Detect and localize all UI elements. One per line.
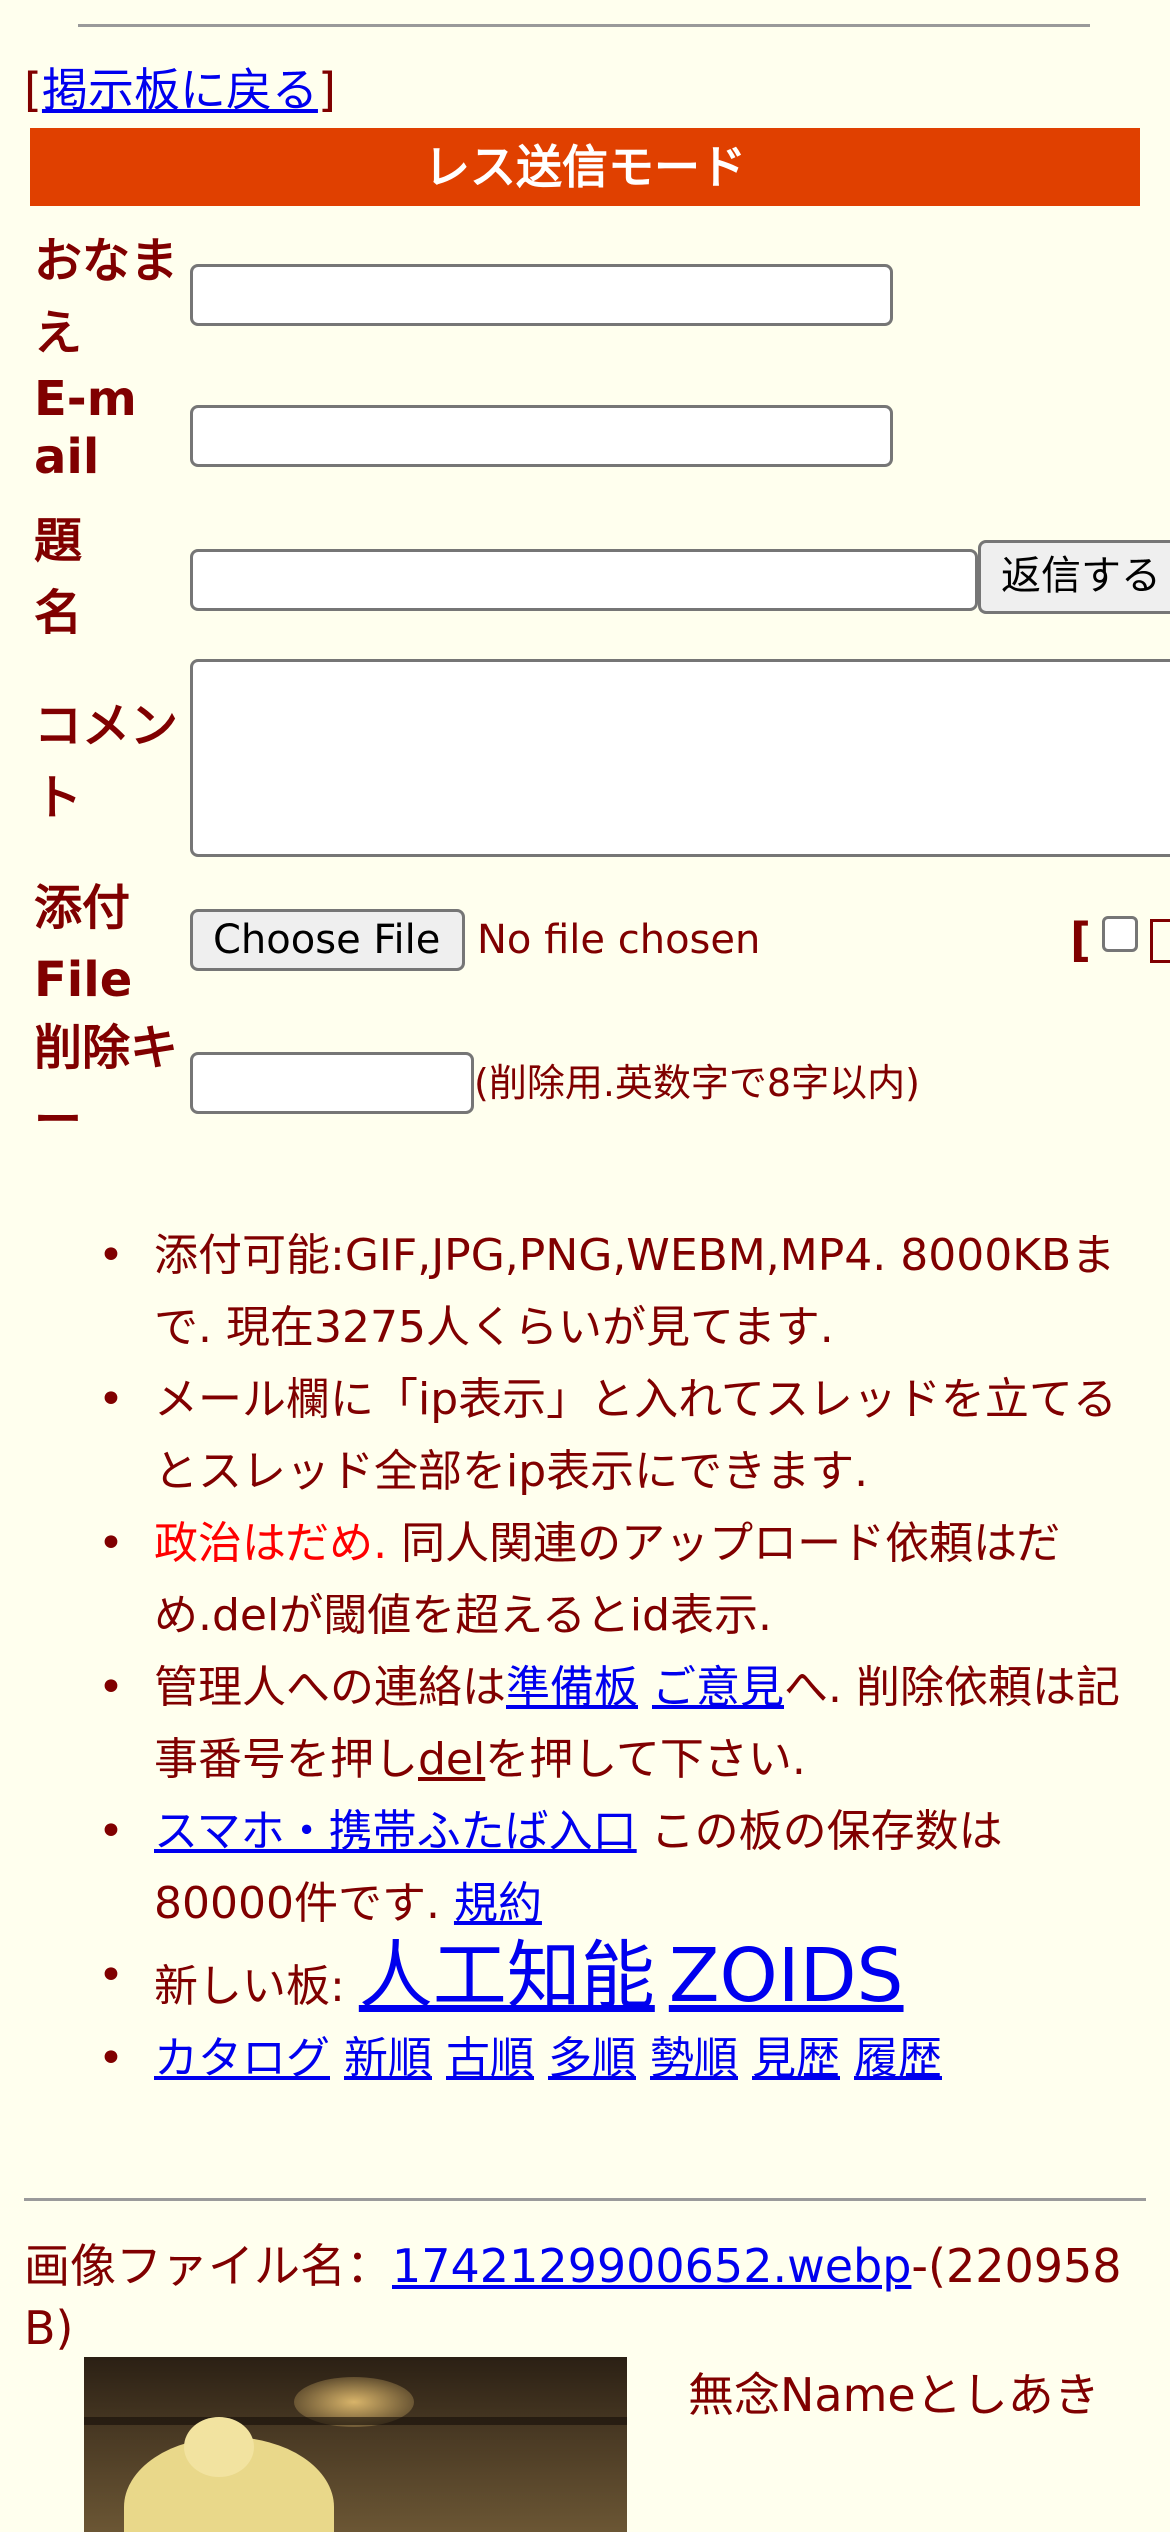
- reply-mode-header: レス送信モード: [30, 128, 1140, 206]
- back-nav: [掲示板に戻る]: [24, 63, 336, 117]
- back-to-board-link[interactable]: 掲示板に戻る: [42, 63, 318, 117]
- email-label: E-mail: [34, 371, 137, 485]
- del-link[interactable]: del: [418, 1734, 485, 1785]
- rule-contact: 管理人への連絡は準備板 ご意見へ. 削除依頼は記事番号を押しdelを押して下さい…: [0, 1652, 1170, 1796]
- name-label: おなまえ: [34, 233, 179, 361]
- option-bracket: [: [1070, 913, 1092, 967]
- rule-ip-display: メール欄に「ip表示」と入れてスレッドを立てるとスレッド全部をip表示にできます…: [0, 1364, 1170, 1508]
- image-file-link[interactable]: 1742129900652.webp: [392, 2239, 911, 2293]
- sort-nav-item: カタログ 新順 古順 多順 勢順 見歴 履歴: [0, 2023, 1170, 2095]
- file-label: 添付File: [34, 880, 133, 1008]
- rule-attachments: 添付可能:GIF,JPG,PNG,WEBM,MP4. 8000KBまで. 現在3…: [0, 1220, 1170, 1364]
- prep-board-link[interactable]: 準備板: [506, 1662, 638, 1713]
- sort-most-link[interactable]: 多順: [548, 2033, 636, 2084]
- subject-label: 題名: [34, 513, 83, 641]
- catalog-link[interactable]: カタログ: [154, 2033, 330, 2084]
- option-checkbox[interactable]: [1102, 916, 1138, 952]
- no-file-chosen-text: No file chosen: [477, 917, 761, 963]
- rule-mobile-storage: スマホ・携帯ふたば入口 この板の保存数は80000件です. 規約: [0, 1796, 1170, 1940]
- viewed-history-link[interactable]: 見歴: [752, 2033, 840, 2084]
- delete-key-input[interactable]: [190, 1052, 474, 1114]
- ai-board-link[interactable]: 人工知能: [359, 1933, 655, 2019]
- terms-link[interactable]: 規約: [454, 1878, 542, 1929]
- reply-submit-button[interactable]: 返信する: [978, 540, 1170, 614]
- board-rules-list: 添付可能:GIF,JPG,PNG,WEBM,MP4. 8000KBまで. 現在3…: [0, 1220, 1170, 2095]
- zoids-board-link[interactable]: ZOIDS: [669, 1933, 904, 2019]
- name-input[interactable]: [190, 264, 893, 326]
- delete-key-label: 削除キー: [34, 1020, 179, 1148]
- email-input[interactable]: [190, 405, 893, 467]
- feedback-link[interactable]: ご意見: [652, 1662, 784, 1713]
- delete-key-hint: (削除用.英数字で8字以内): [474, 1061, 920, 1105]
- politics-warning: 政治はだめ.: [154, 1518, 388, 1569]
- file-info: 画像ファイル名：1742129900652.webp-(220958 B): [24, 2239, 1122, 2355]
- thread-divider: [24, 2198, 1146, 2201]
- comment-textarea[interactable]: [190, 659, 1170, 857]
- option-text-clipped: [1150, 905, 1170, 975]
- post-thumbnail-image[interactable]: [84, 2357, 627, 2532]
- rule-politics: 政治はだめ. 同人関連のアップロード依頼はだめ.delが閾値を超えるとid表示.: [0, 1508, 1170, 1652]
- sort-momentum-link[interactable]: 勢順: [650, 2033, 738, 2084]
- post-history-link[interactable]: 履歴: [854, 2033, 942, 2084]
- sort-oldest-link[interactable]: 古順: [446, 2033, 534, 2084]
- choose-file-button[interactable]: Choose File: [190, 909, 465, 971]
- comment-label: コメント: [34, 698, 179, 826]
- top-divider: [78, 24, 1090, 27]
- new-boards-item: 新しい板: 人工知能 ZOIDS: [0, 1939, 1170, 2023]
- poster-name: 無念Nameとしあき: [688, 2368, 1100, 2422]
- sort-newest-link[interactable]: 新順: [344, 2033, 432, 2084]
- subject-input[interactable]: [190, 549, 978, 611]
- mobile-entrance-link[interactable]: スマホ・携帯ふたば入口: [154, 1806, 637, 1857]
